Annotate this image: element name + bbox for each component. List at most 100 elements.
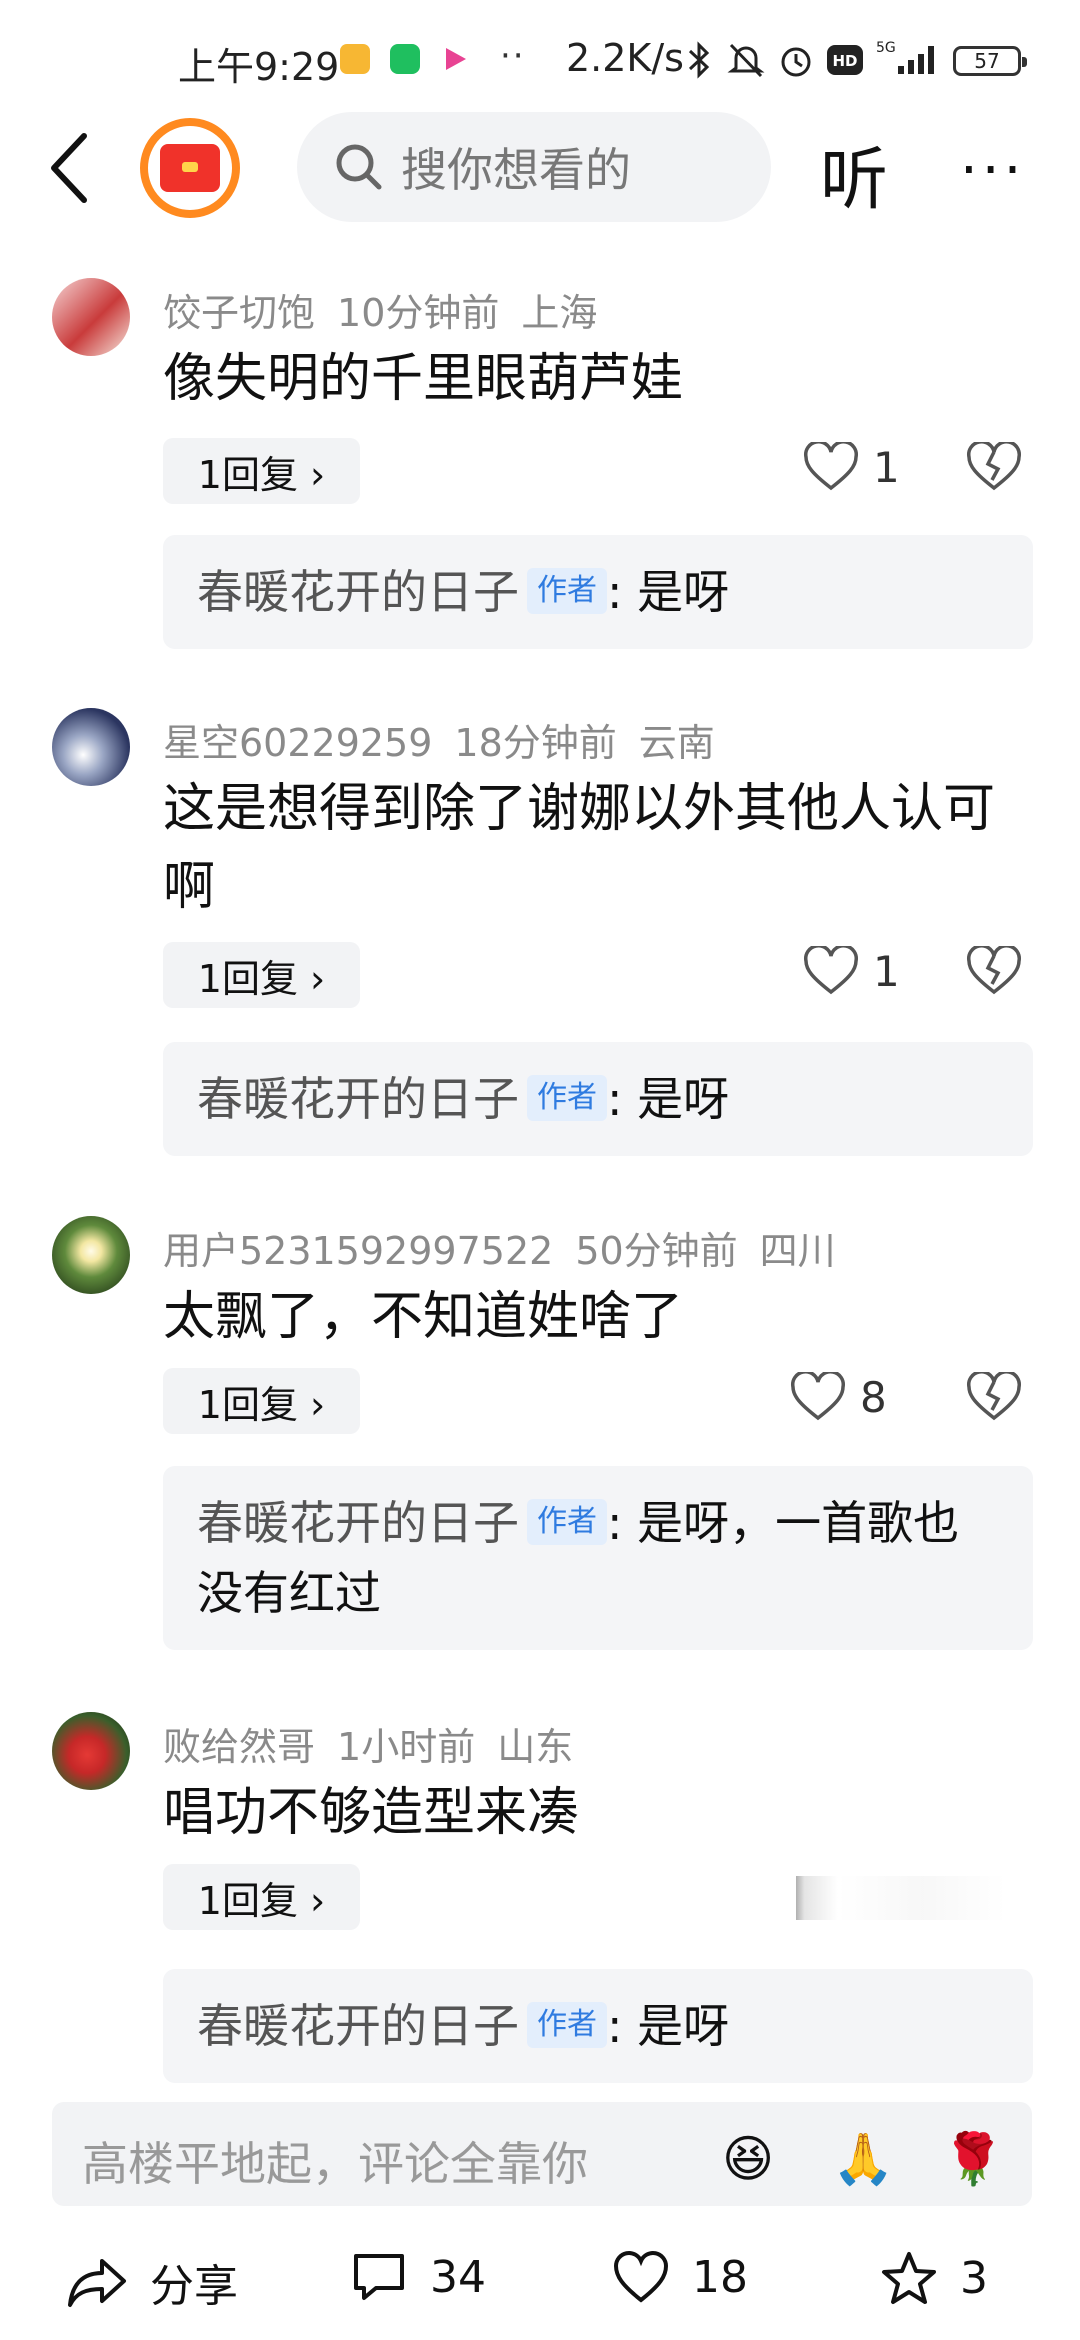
author-reply-text: : 是呀 [607,565,730,619]
avatar[interactable] [52,1216,130,1294]
reply-count-button[interactable]: 1回复 › [163,1864,360,1930]
comment-location: 山东 [497,1725,574,1769]
praying-hands-emoji-button[interactable]: 🙏 [832,2130,894,2189]
notification-app-icon-orange [340,44,370,74]
svg-text:HD: HD [832,52,857,70]
like-count: 1 [873,442,900,492]
search-bar[interactable]: 搜你想看的 [297,112,771,222]
bluetooth-icon [686,40,712,84]
comment-time: 50分钟前 [575,1229,738,1273]
author-tag: 作者 [527,568,607,614]
like-button[interactable]: 1 [803,442,900,492]
author-reply[interactable]: 春暖花开的日子 作者: 是呀 [163,535,1033,649]
dislike-button[interactable] [966,944,1022,1000]
comment-meta: 用户5231592997522 50分钟前 四川 [163,1220,858,1275]
broken-heart-icon [967,440,1021,491]
comment-meta: 饺子切饱 10分钟前 上海 [163,282,619,337]
top-nav: 搜你想看的 听 ··· [0,110,1080,223]
status-more-dots: ·· [500,36,526,76]
broken-heart-icon [967,944,1021,995]
share-arrow-icon [68,2259,126,2307]
status-bar: 上午9:29 ·· 2.2K/s HD 5G 57 [0,0,1080,110]
comment-meta: 星空60229259 18分钟前 云南 [163,712,737,767]
comment-input[interactable]: 高楼平地起，评论全靠你 😆 🙏 🌹 [52,2102,1032,2206]
username[interactable]: 败给然哥 [163,1725,315,1769]
more-options-button[interactable]: ··· [960,138,1025,203]
search-placeholder: 搜你想看的 [401,143,631,197]
author-reply[interactable]: 春暖花开的日子 作者: 是呀 [163,1969,1033,2083]
reply-count-button[interactable]: 1回复 › [163,942,360,1008]
comments-button[interactable]: 34 [350,2250,486,2304]
like-article-button[interactable]: 18 [612,2250,748,2304]
comment-input-placeholder: 高楼平地起，评论全靠你 [82,2137,588,2191]
author-reply-text: : 是呀 [607,1072,730,1126]
favorites-count: 3 [960,2252,988,2304]
comment-text: 唱功不够造型来凑 [163,1783,580,1843]
back-arrow-icon [51,133,87,203]
share-button[interactable]: 分享 [66,2250,238,2314]
notification-app-icon-play [440,44,470,74]
red-envelope-icon [160,144,220,192]
svg-text:5G: 5G [876,40,896,56]
author-name[interactable]: 春暖花开的日子 [197,565,519,619]
username[interactable]: 用户5231592997522 [163,1229,553,1273]
author-tag: 作者 [527,1499,607,1545]
heart-icon [791,1372,845,1421]
author-reply[interactable]: 春暖花开的日子 作者: 是呀 [163,1042,1033,1156]
avatar[interactable] [52,1712,130,1790]
avatar[interactable] [52,278,130,356]
bottom-action-bar: 分享 34 18 3 [0,2220,1080,2340]
comment-meta: 败给然哥 1小时前 山东 [163,1716,595,1771]
listen-button[interactable]: 听 [820,124,888,223]
alarm-icon [776,40,816,84]
heart-icon [613,2251,669,2303]
mute-bell-icon [726,40,766,84]
like-button[interactable]: 8 [790,1372,887,1422]
share-label: 分享 [150,2261,238,2312]
notification-app-icon-green [390,44,420,74]
author-reply[interactable]: 春暖花开的日子 作者: 是呀，一首歌也没有红过 [163,1466,1033,1650]
heart-icon [804,442,858,491]
dislike-button[interactable] [966,1370,1022,1426]
dislike-button[interactable] [966,440,1022,496]
hd-icon: HD [826,44,864,80]
like-count: 1 [873,946,900,996]
broken-heart-icon [967,1370,1021,1421]
search-icon [336,144,382,190]
comments-count: 34 [430,2251,486,2303]
comment-time: 18分钟前 [454,721,617,765]
favorite-button[interactable]: 3 [880,2250,988,2306]
laughing-emoji-button[interactable]: 😆 [722,2130,774,2188]
comment-text: 这是想得到除了谢娜以外其他人认可啊 [163,779,996,917]
author-name[interactable]: 春暖花开的日子 [197,1999,519,2053]
star-icon [882,2252,936,2304]
comment-text: 太飘了，不知道姓啥了 [163,1287,684,1347]
red-packet-logo[interactable] [140,118,240,218]
battery-indicator: 57 [953,46,1027,76]
reply-count-button[interactable]: 1回复 › [163,438,360,504]
author-tag: 作者 [527,2002,607,2048]
status-time: 上午9:29 [178,45,340,89]
reply-count-button[interactable]: 1回复 › [163,1368,360,1434]
comment-bubble-icon [354,2254,404,2300]
comment-time: 1小时前 [337,1725,476,1769]
comment-time: 10分钟前 [337,291,500,335]
loading-placeholder [796,1876,1006,1920]
heart-icon [804,946,858,995]
author-name[interactable]: 春暖花开的日子 [197,1072,519,1126]
comment-text: 像失明的千里眼葫芦娃 [163,349,684,409]
likes-count: 18 [692,2251,748,2303]
like-count: 8 [860,1372,887,1422]
username[interactable]: 饺子切饱 [163,291,315,335]
rose-emoji-button[interactable]: 🌹 [942,2130,1004,2189]
author-tag: 作者 [527,1075,607,1121]
network-speed: 2.2K/s [566,36,684,80]
signal-icon: 5G [876,38,946,82]
author-reply-text: : 是呀 [607,1999,730,2053]
back-button[interactable] [40,128,100,208]
comment-location: 云南 [638,721,715,765]
username[interactable]: 星空60229259 [163,721,432,765]
avatar[interactable] [52,708,130,786]
like-button[interactable]: 1 [803,946,900,996]
author-name[interactable]: 春暖花开的日子 [197,1496,519,1550]
